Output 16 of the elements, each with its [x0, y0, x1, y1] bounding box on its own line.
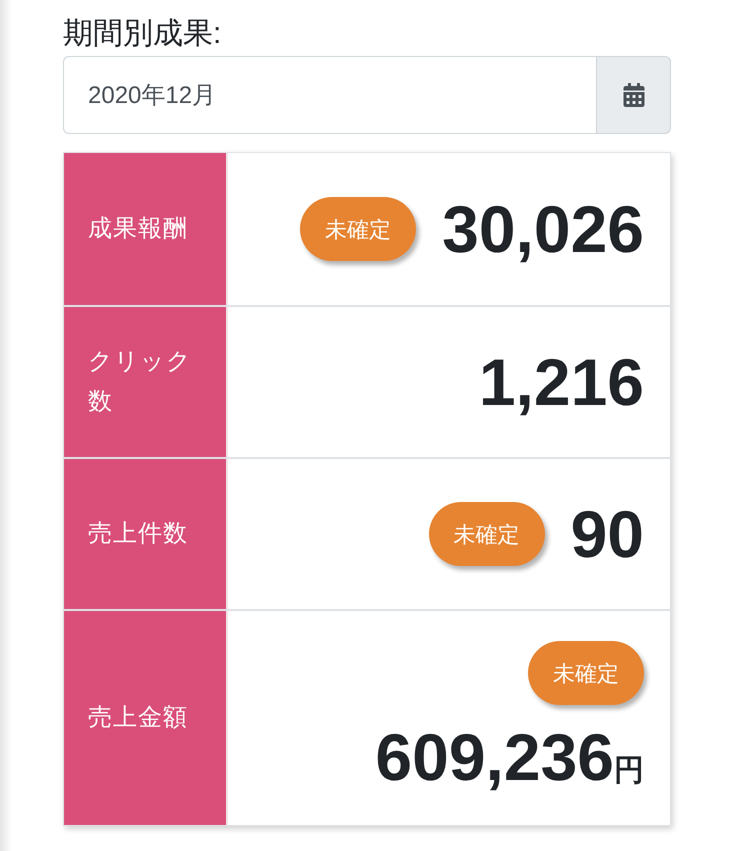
month-input-field[interactable]: 2020年12月 [63, 56, 596, 134]
calendar-button[interactable] [596, 56, 671, 134]
status-badge: 未確定 [528, 641, 644, 705]
metric-value: 609,236 [375, 719, 614, 795]
filter-label: 期間別成果: [63, 16, 222, 52]
metric-value: 30,026 [442, 191, 644, 267]
status-badge: 未確定 [300, 197, 416, 261]
metric-value: 1,216 [478, 344, 644, 420]
metric-label: 成果報酬 [88, 214, 188, 244]
metric-label: クリック数 [88, 347, 193, 417]
metric-label: 売上件数 [88, 519, 188, 549]
status-badge: 未確定 [428, 502, 545, 566]
unit-label: 円 [614, 753, 644, 789]
metric-label: 売上金額 [88, 703, 188, 733]
metric-value: 90 [570, 496, 644, 572]
calendar-icon [622, 83, 644, 107]
